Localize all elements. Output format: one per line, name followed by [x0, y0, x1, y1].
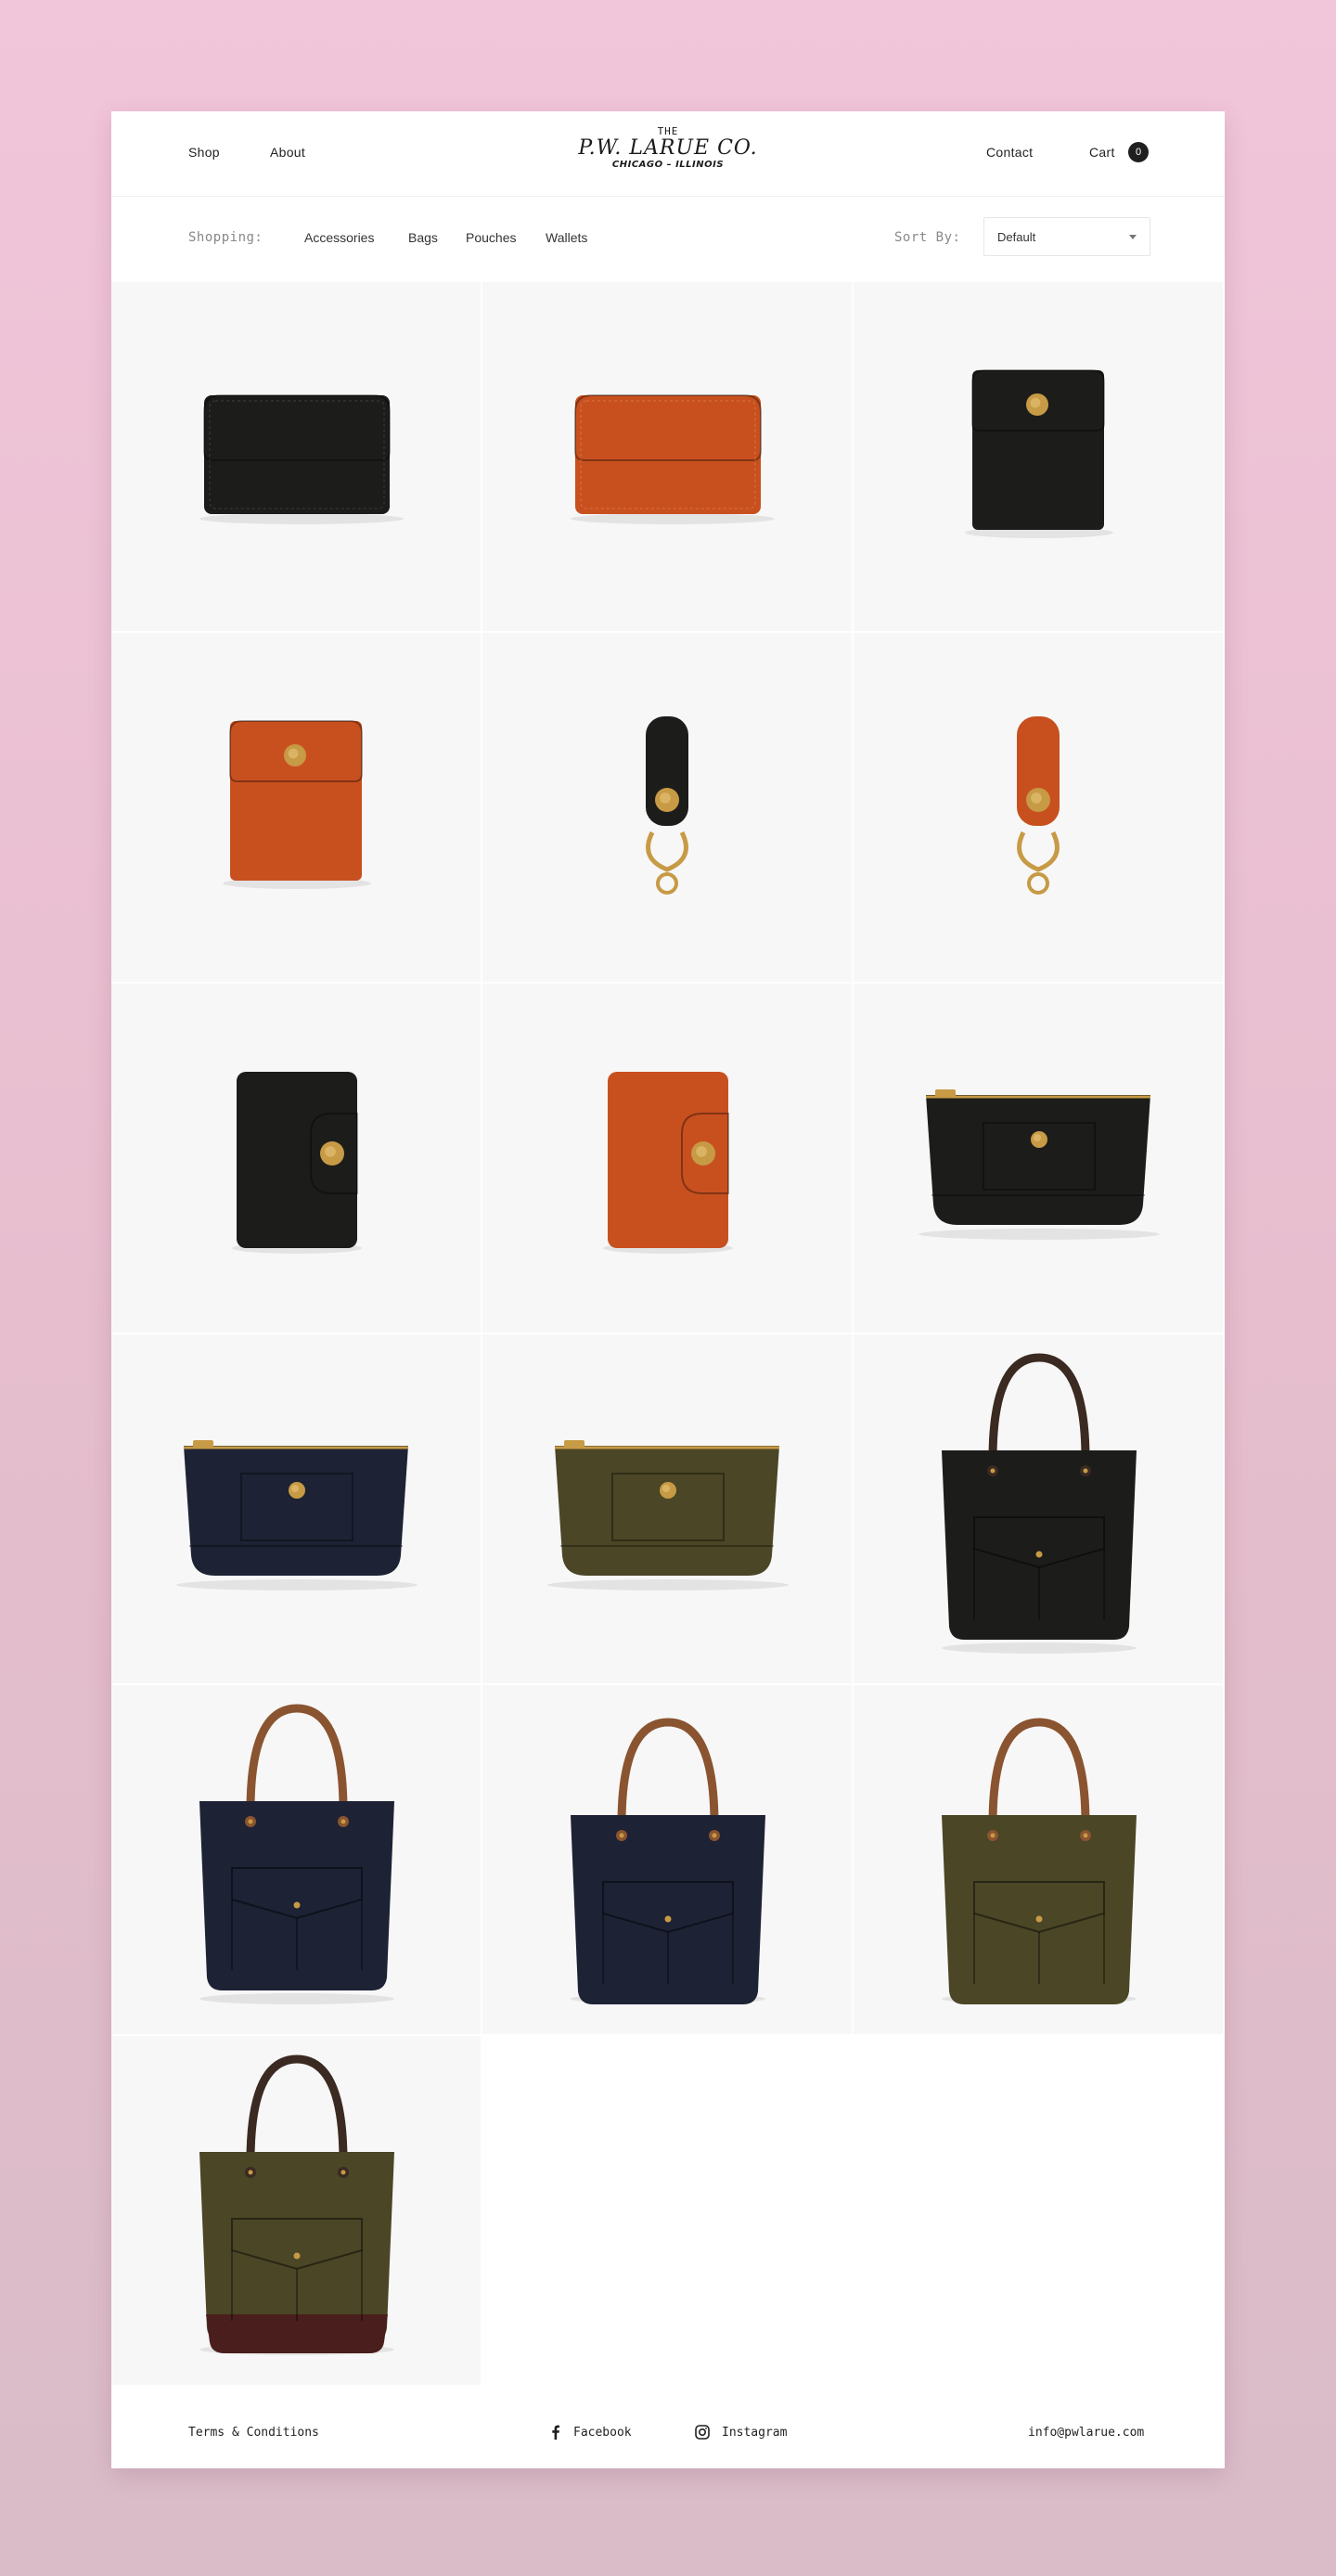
brand-logo[interactable]: THE P.W. LARUE CO. CHICAGO – ILLINOIS [575, 124, 761, 184]
product-tile[interactable] [111, 2036, 481, 2385]
product-tile[interactable] [111, 633, 481, 982]
instagram-link[interactable]: Instagram [722, 2426, 787, 2440]
shopping-label: Shopping: [188, 230, 263, 245]
product-image [571, 1718, 765, 2004]
product-image [199, 1704, 394, 2004]
logo-name: P.W. LARUE CO. [578, 136, 758, 160]
product-image [965, 369, 1113, 538]
filter-wallets[interactable]: Wallets [546, 230, 587, 245]
product-tile[interactable] [854, 282, 1223, 631]
sort-by-label: Sort By: [894, 230, 961, 245]
product-image [571, 394, 775, 524]
instagram-icon[interactable] [694, 2424, 711, 2441]
product-image [1017, 716, 1060, 895]
logo-city: CHICAGO – ILLINOIS [611, 160, 725, 170]
filter-bags[interactable]: Bags [408, 230, 438, 245]
product-tile[interactable] [854, 633, 1223, 982]
filter-bar: Shopping: Accessories Bags Pouches Walle… [111, 197, 1225, 282]
product-tile[interactable] [111, 282, 481, 631]
product-tile[interactable] [482, 633, 852, 982]
nav-contact[interactable]: Contact [986, 145, 1033, 160]
nav-shop[interactable]: Shop [188, 145, 220, 160]
product-tile[interactable] [482, 1334, 852, 1683]
product-tile[interactable] [482, 1685, 852, 2034]
nav-cart[interactable]: Cart [1089, 145, 1115, 160]
product-image [918, 1089, 1160, 1240]
site-footer: Terms & Conditions Facebook Instagram in… [111, 2387, 1225, 2468]
product-image [176, 1440, 418, 1591]
site-header: Shop About THE P.W. LARUE CO. CHICAGO – … [111, 111, 1225, 197]
facebook-link[interactable]: Facebook [573, 2426, 632, 2440]
product-image [942, 1353, 1137, 1654]
nav-about[interactable]: About [270, 145, 305, 160]
product-tile[interactable] [854, 1334, 1223, 1683]
product-image [547, 1440, 789, 1591]
product-image [232, 1072, 362, 1254]
product-tile[interactable] [482, 282, 852, 631]
terms-link[interactable]: Terms & Conditions [188, 2426, 319, 2440]
product-image [646, 716, 688, 895]
product-image [942, 1718, 1137, 2004]
email-link[interactable]: info@pwlarue.com [1028, 2426, 1144, 2440]
cart-count-badge[interactable]: 0 [1128, 142, 1149, 162]
sort-select[interactable]: Default [983, 217, 1150, 256]
product-image [199, 394, 404, 524]
product-tile[interactable] [854, 984, 1223, 1333]
sort-value: Default [997, 230, 1036, 244]
page: Shop About THE P.W. LARUE CO. CHICAGO – … [111, 111, 1225, 2468]
product-image [223, 720, 371, 889]
facebook-icon[interactable] [547, 2424, 564, 2441]
product-image [603, 1072, 733, 1254]
product-tile[interactable] [854, 1685, 1223, 2034]
product-image [199, 2054, 394, 2355]
product-tile[interactable] [111, 984, 481, 1333]
product-tile[interactable] [482, 984, 852, 1333]
chevron-down-icon [1129, 235, 1137, 239]
product-tile[interactable] [111, 1334, 481, 1683]
product-tile[interactable] [111, 1685, 481, 2034]
filter-accessories[interactable]: Accessories [304, 230, 374, 245]
filter-pouches[interactable]: Pouches [466, 230, 516, 245]
